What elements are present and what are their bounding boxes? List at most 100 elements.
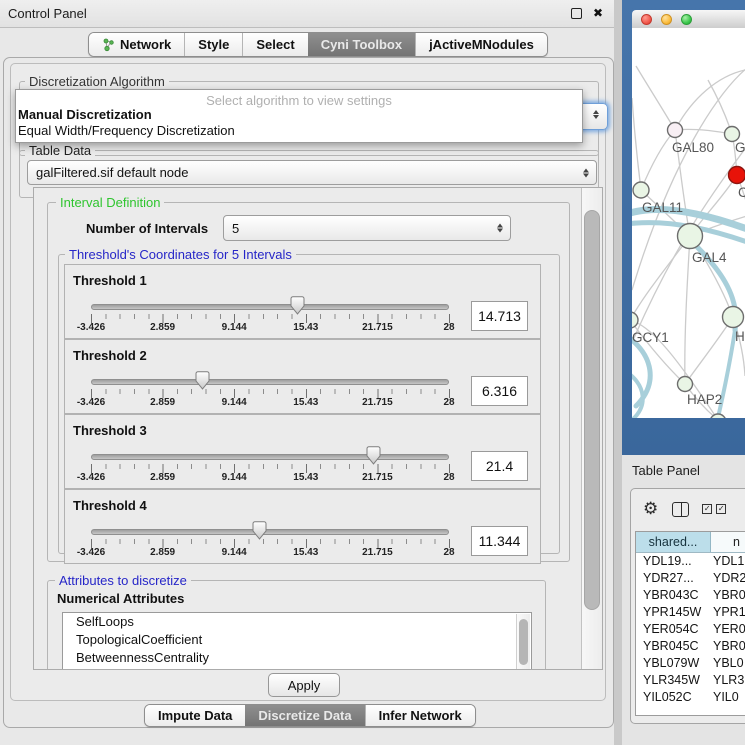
table-row[interactable]: YDL19...YDL1 bbox=[636, 553, 745, 570]
threshold-slider-track[interactable] bbox=[91, 379, 449, 385]
settings-vertical-scrollbar[interactable] bbox=[581, 188, 603, 669]
attributes-list-scrollbar[interactable] bbox=[516, 614, 530, 670]
tick-label: 28 bbox=[421, 397, 477, 408]
zoom-traffic-light-icon[interactable] bbox=[681, 14, 692, 25]
float-window-icon[interactable] bbox=[571, 8, 582, 19]
apply-button[interactable]: Apply bbox=[268, 673, 340, 697]
discretize-data-panel: Discretization Algorithm Select algorith… bbox=[10, 63, 606, 701]
threshold-value-field[interactable]: 6.316 bbox=[471, 376, 528, 406]
threshold-slider-handle[interactable] bbox=[195, 371, 210, 390]
tick-label: 2.859 bbox=[135, 472, 191, 483]
tab-infer-network[interactable]: Infer Network bbox=[365, 705, 475, 726]
close-icon[interactable]: ✖ bbox=[593, 5, 603, 21]
attribute-list-item[interactable]: BetweennessCentrality bbox=[63, 649, 531, 667]
algorithm-option-manual[interactable]: Manual Discretization bbox=[18, 107, 152, 122]
threshold-value-field[interactable]: 21.4 bbox=[471, 451, 528, 481]
table-row[interactable]: YER054CYER0 bbox=[636, 621, 745, 638]
attribute-list-item[interactable]: TopologicalCoefficient bbox=[63, 631, 531, 649]
numerical-attributes-list[interactable]: SelfLoopsTopologicalCoefficientBetweenne… bbox=[62, 612, 532, 670]
cell-name[interactable]: YBR0 bbox=[710, 587, 745, 604]
threshold-value-field[interactable]: 11.344 bbox=[471, 526, 528, 556]
cell-name[interactable]: YIL0 bbox=[710, 689, 745, 706]
settings-scrollbar-thumb[interactable] bbox=[584, 210, 600, 610]
cell-name[interactable]: YPR1 bbox=[710, 604, 745, 621]
cell-shared-name[interactable]: YLR345W bbox=[636, 672, 710, 689]
cell-shared-name[interactable]: YBR043C bbox=[636, 587, 710, 604]
column-header-name[interactable]: n bbox=[711, 532, 745, 552]
minimize-traffic-light-icon[interactable] bbox=[661, 14, 672, 25]
algorithm-option-equal-width[interactable]: Equal Width/Frequency Discretization bbox=[18, 123, 235, 138]
cell-name[interactable]: YBR0 bbox=[710, 638, 745, 655]
algorithm-dropdown-popup: Select algorithm to view settings Manual… bbox=[15, 89, 583, 143]
threshold-slider-handle[interactable] bbox=[366, 446, 381, 465]
algorithm-popup-hint: Select algorithm to view settings bbox=[16, 93, 582, 108]
cell-name[interactable]: YER0 bbox=[710, 621, 745, 638]
table-row[interactable]: YBL079WYBL0 bbox=[636, 655, 745, 672]
tab-impute-data[interactable]: Impute Data bbox=[145, 705, 245, 726]
node-table[interactable]: shared... n YDL19...YDL1YDR27...YDR2YBR0… bbox=[635, 531, 745, 716]
column-layout-icon[interactable] bbox=[672, 502, 689, 517]
table-row[interactable]: YPR145WYPR1 bbox=[636, 604, 745, 621]
tab-jactivemnodules[interactable]: jActiveMNodules bbox=[415, 33, 547, 56]
network-node-hap2[interactable] bbox=[678, 377, 693, 392]
network-node-h[interactable] bbox=[723, 307, 744, 328]
network-node-gal80[interactable] bbox=[668, 123, 683, 138]
number-of-intervals-combo[interactable]: 5 bbox=[223, 215, 511, 241]
network-window-titlebar[interactable] bbox=[632, 10, 745, 29]
cell-name[interactable]: YBL0 bbox=[710, 655, 745, 672]
tab-network[interactable]: Network bbox=[89, 33, 184, 56]
cell-shared-name[interactable]: YBR045C bbox=[636, 638, 710, 655]
tick-label: 9.144 bbox=[206, 547, 262, 558]
threshold-slider-handle[interactable] bbox=[290, 296, 305, 315]
threshold-slider-track[interactable] bbox=[91, 304, 449, 310]
threshold-value-field[interactable]: 14.713 bbox=[471, 301, 528, 331]
network-node-gal11[interactable] bbox=[633, 182, 649, 198]
cell-name[interactable]: YDL1 bbox=[710, 553, 745, 570]
cell-shared-name[interactable]: YBL079W bbox=[636, 655, 710, 672]
tick-label: 21.715 bbox=[349, 547, 405, 558]
attribute-list-item[interactable]: SelfLoops bbox=[63, 613, 531, 631]
tab-cyni-toolbox[interactable]: Cyni Toolbox bbox=[308, 33, 415, 56]
checkbox-icon[interactable]: ✓ bbox=[702, 504, 712, 514]
control-panel-titlebar: Control Panel ✖ bbox=[0, 0, 614, 28]
tab-label: Infer Network bbox=[379, 708, 462, 723]
table-row[interactable]: YLR345WYLR3 bbox=[636, 672, 745, 689]
threshold-slider-track[interactable] bbox=[91, 454, 449, 460]
close-traffic-light-icon[interactable] bbox=[641, 14, 652, 25]
threshold-slider-handle[interactable] bbox=[252, 521, 267, 540]
attributes-scrollbar-thumb[interactable] bbox=[519, 619, 528, 665]
network-graph: GAL80GACGAL11GAL4GCY1HHAP2 bbox=[632, 28, 745, 418]
network-node-gal4[interactable] bbox=[678, 224, 703, 249]
table-data-combo[interactable]: galFiltered.sif default node bbox=[27, 160, 597, 185]
tab-style[interactable]: Style bbox=[184, 33, 242, 56]
algorithm-group-title: Discretization Algorithm bbox=[25, 74, 169, 89]
table-row[interactable]: YDR27...YDR2 bbox=[636, 570, 745, 587]
cell-shared-name[interactable]: YIL052C bbox=[636, 689, 710, 706]
attributes-group-title: Attributes to discretize bbox=[55, 573, 191, 588]
table-row[interactable]: YBR045CYBR0 bbox=[636, 638, 745, 655]
network-node-c[interactable] bbox=[729, 167, 745, 184]
network-edge bbox=[641, 130, 675, 190]
cell-shared-name[interactable]: YPR145W bbox=[636, 604, 710, 621]
cell-shared-name[interactable]: YDR27... bbox=[636, 570, 710, 587]
tick-label: 15.43 bbox=[278, 322, 334, 333]
checkbox-icon[interactable]: ✓ bbox=[716, 504, 726, 514]
cell-name[interactable]: YLR3 bbox=[710, 672, 745, 689]
cell-name[interactable]: YDR2 bbox=[710, 570, 745, 587]
gear-icon[interactable]: ⚙ bbox=[643, 499, 658, 519]
tick-label: 21.715 bbox=[349, 322, 405, 333]
tab-discretize-data[interactable]: Discretize Data bbox=[245, 705, 364, 726]
tick-label: -3.426 bbox=[63, 397, 119, 408]
table-row[interactable]: YIL052CYIL0 bbox=[636, 689, 745, 706]
cell-shared-name[interactable]: YER054C bbox=[636, 621, 710, 638]
threshold-slider-track[interactable] bbox=[91, 529, 449, 535]
network-canvas[interactable]: GAL80GACGAL11GAL4GCY1HHAP2 bbox=[632, 28, 745, 418]
tick-label: 9.144 bbox=[206, 397, 262, 408]
network-edge bbox=[632, 98, 641, 190]
network-node-gcy1[interactable] bbox=[632, 312, 638, 328]
column-header-shared-name[interactable]: shared... bbox=[636, 532, 711, 552]
table-row[interactable]: YBR043CYBR0 bbox=[636, 587, 745, 604]
tab-select[interactable]: Select bbox=[242, 33, 307, 56]
cell-shared-name[interactable]: YDL19... bbox=[636, 553, 710, 570]
control-panel-tabs: NetworkStyleSelectCyni ToolboxjActiveMNo… bbox=[88, 32, 548, 57]
